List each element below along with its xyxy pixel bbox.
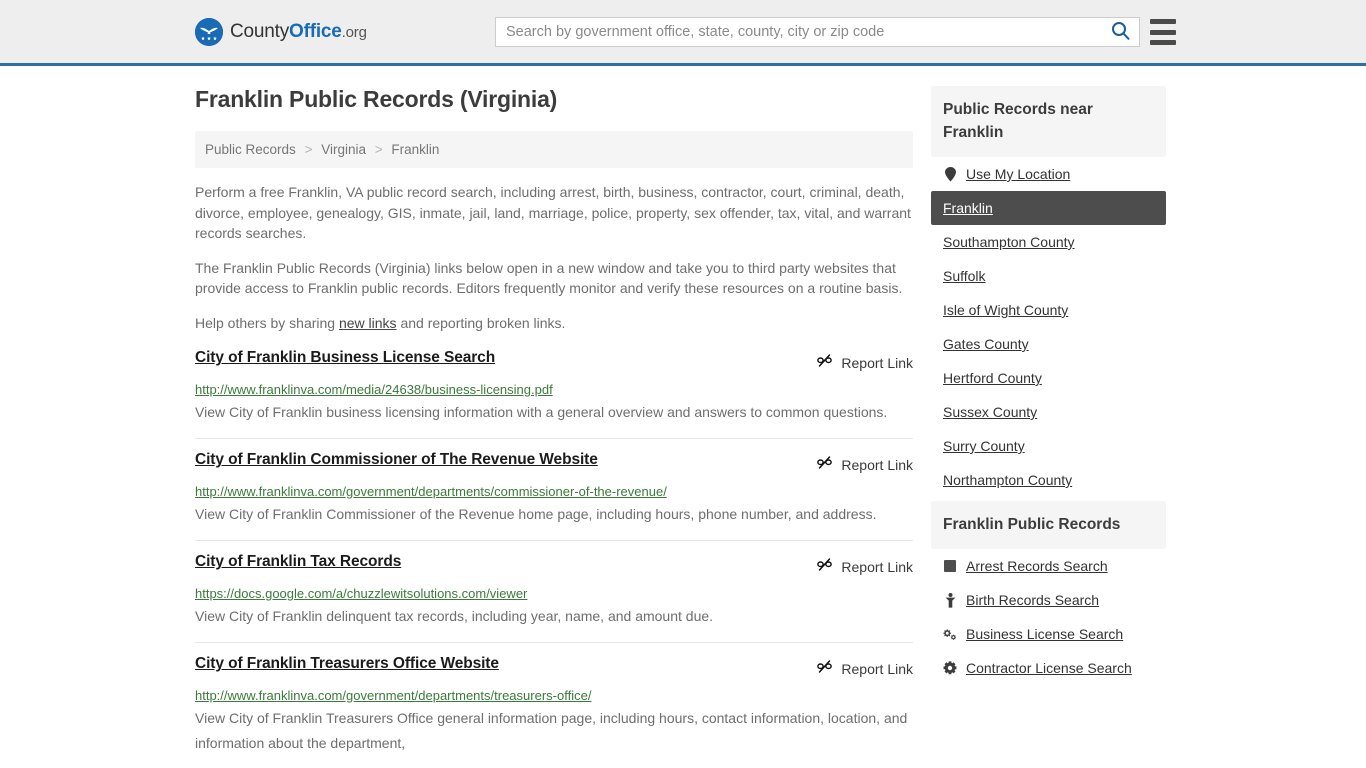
cogs-icon bbox=[943, 626, 957, 642]
hamburger-menu-icon[interactable] bbox=[1150, 19, 1176, 45]
sidebar: Public Records near Franklin Use My Loca… bbox=[931, 66, 1166, 689]
results-list: City of Franklin Business License Search… bbox=[195, 347, 913, 768]
breadcrumb-item-franklin: Franklin bbox=[391, 142, 440, 157]
sidebar-item-label: Suffolk bbox=[943, 268, 986, 284]
sidebar-item-birth-records-search[interactable]: Birth Records Search bbox=[931, 583, 1166, 617]
breadcrumb: Public Records > Virginia > Franklin bbox=[195, 131, 913, 168]
breadcrumb-separator: > bbox=[304, 142, 313, 157]
sidebar-nearby-box: Public Records near Franklin Use My Loca… bbox=[931, 86, 1166, 497]
intro-p3-after: and reporting broken links. bbox=[396, 314, 566, 331]
result-title-link[interactable]: City of Franklin Treasurers Office Websi… bbox=[195, 655, 499, 673]
result-description: View City of Franklin Commissioner of th… bbox=[195, 506, 877, 522]
result-url[interactable]: http://www.franklinva.com/government/dep… bbox=[195, 688, 913, 704]
report-link-button[interactable]: Report Link bbox=[816, 454, 913, 476]
sidebar-item-suffolk[interactable]: Suffolk bbox=[931, 259, 1166, 293]
sidebar-item-franklin[interactable]: Franklin bbox=[931, 191, 1166, 225]
report-link-label: Report Link bbox=[841, 355, 913, 371]
broken-link-icon bbox=[816, 454, 833, 476]
result-url[interactable]: http://www.franklinva.com/government/dep… bbox=[195, 484, 913, 500]
report-link-label: Report Link bbox=[841, 559, 913, 575]
breadcrumb-item-public-records[interactable]: Public Records bbox=[205, 142, 296, 157]
result-description: View City of Franklin Treasurers Office … bbox=[195, 710, 908, 751]
sidebar-item-contractor-license-search[interactable]: Contractor License Search bbox=[931, 651, 1166, 685]
result-item: City of Franklin Tax Records Report Link bbox=[195, 540, 913, 642]
sidebar-item-label: Isle of Wight County bbox=[943, 302, 1069, 318]
search-icon bbox=[1111, 21, 1130, 43]
sidebar-item-label: Contractor License Search bbox=[966, 660, 1132, 676]
sidebar-item-southampton-county[interactable]: Southampton County bbox=[931, 225, 1166, 259]
sidebar-item-surry-county[interactable]: Surry County bbox=[931, 429, 1166, 463]
fingerprint-square-icon bbox=[943, 558, 957, 574]
report-link-label: Report Link bbox=[841, 661, 913, 677]
sidebar-item-sussex-county[interactable]: Sussex County bbox=[931, 395, 1166, 429]
sidebar-item-gates-county[interactable]: Gates County bbox=[931, 327, 1166, 361]
brand-part-county: County bbox=[230, 20, 290, 42]
page-container: Franklin Public Records (Virginia) Publi… bbox=[0, 66, 1366, 768]
result-description: View City of Franklin business licensing… bbox=[195, 404, 888, 420]
report-link-button[interactable]: Report Link bbox=[816, 556, 913, 578]
sidebar-item-isle-of-wight-county[interactable]: Isle of Wight County bbox=[931, 293, 1166, 327]
report-link-label: Report Link bbox=[841, 457, 913, 473]
broken-link-icon bbox=[816, 556, 833, 578]
baby-icon bbox=[943, 592, 957, 608]
sidebar-item-use-my-location[interactable]: Use My Location bbox=[931, 157, 1166, 191]
sidebar-item-northampton-county[interactable]: Northampton County bbox=[931, 463, 1166, 497]
sidebar-nearby-list: Use My Location Franklin Southampton Cou… bbox=[931, 157, 1166, 497]
sidebar-item-hertford-county[interactable]: Hertford County bbox=[931, 361, 1166, 395]
intro-paragraph-3: Help others by sharing new links and rep… bbox=[195, 313, 913, 334]
result-item: City of Franklin Commissioner of The Rev… bbox=[195, 438, 913, 540]
sidebar-item-label: Gates County bbox=[943, 336, 1029, 352]
sidebar-item-label: Business License Search bbox=[966, 626, 1124, 642]
intro-p3-before: Help others by sharing bbox=[195, 314, 339, 331]
sidebar-item-label: Surry County bbox=[943, 438, 1025, 454]
search-bar bbox=[495, 17, 1140, 47]
result-description: View City of Franklin delinquent tax rec… bbox=[195, 608, 714, 624]
gear-icon bbox=[943, 660, 957, 676]
site-logo[interactable]: CountyOffice.org bbox=[195, 17, 367, 46]
report-link-button[interactable]: Report Link bbox=[816, 352, 913, 374]
sidebar-item-label: Use My Location bbox=[966, 166, 1071, 182]
sidebar-records-heading: Franklin Public Records bbox=[931, 501, 1166, 549]
result-title-link[interactable]: City of Franklin Business License Search bbox=[195, 349, 495, 367]
page-title: Franklin Public Records (Virginia) bbox=[195, 86, 558, 112]
sidebar-item-business-license-search[interactable]: Business License Search bbox=[931, 617, 1166, 651]
sidebar-item-label: Arrest Records Search bbox=[966, 558, 1108, 574]
result-item: City of Franklin Business License Search… bbox=[195, 347, 913, 438]
sidebar-item-label: Birth Records Search bbox=[966, 592, 1100, 608]
broken-link-icon bbox=[816, 658, 833, 680]
site-header: CountyOffice.org bbox=[0, 0, 1366, 66]
result-item: City of Franklin Treasurers Office Websi… bbox=[195, 642, 913, 768]
breadcrumb-item-virginia[interactable]: Virginia bbox=[321, 142, 366, 157]
map-pin-icon bbox=[943, 166, 957, 182]
sidebar-records-box: Franklin Public Records Arrest Records S… bbox=[931, 501, 1166, 685]
search-button[interactable] bbox=[1101, 18, 1139, 46]
result-url[interactable]: http://www.franklinva.com/media/24638/bu… bbox=[195, 382, 913, 398]
intro-paragraph-1: Perform a free Franklin, VA public recor… bbox=[195, 184, 911, 241]
brand-part-tld: .org bbox=[341, 23, 367, 41]
sidebar-item-label: Hertford County bbox=[943, 370, 1042, 386]
result-url[interactable]: https://docs.google.com/a/chuzzlewitsolu… bbox=[195, 586, 913, 602]
breadcrumb-separator: > bbox=[374, 142, 383, 157]
sidebar-nearby-heading: Public Records near Franklin bbox=[931, 86, 1166, 157]
eagle-shield-logo-icon bbox=[195, 17, 223, 46]
broken-link-icon bbox=[816, 352, 833, 374]
search-input[interactable] bbox=[496, 18, 1101, 46]
main-content: Franklin Public Records (Virginia) Publi… bbox=[195, 66, 913, 768]
report-link-button[interactable]: Report Link bbox=[816, 658, 913, 680]
sidebar-item-label: Sussex County bbox=[943, 404, 1038, 420]
sidebar-records-list: Arrest Records Search Birth Records Sear… bbox=[931, 549, 1166, 685]
intro-text: Perform a free Franklin, VA public recor… bbox=[195, 182, 913, 333]
sidebar-item-arrest-records-search[interactable]: Arrest Records Search bbox=[931, 549, 1166, 583]
sidebar-item-label: Southampton County bbox=[943, 234, 1075, 250]
result-title-link[interactable]: City of Franklin Commissioner of The Rev… bbox=[195, 451, 598, 469]
sidebar-item-label: Franklin bbox=[943, 200, 993, 216]
intro-paragraph-2: The Franklin Public Records (Virginia) l… bbox=[195, 259, 903, 297]
brand-part-office: Office bbox=[289, 20, 342, 42]
result-title-link[interactable]: City of Franklin Tax Records bbox=[195, 553, 401, 571]
site-logo-text: CountyOffice.org bbox=[230, 21, 367, 43]
new-links-link[interactable]: new links bbox=[339, 315, 397, 331]
sidebar-item-label: Northampton County bbox=[943, 472, 1073, 488]
